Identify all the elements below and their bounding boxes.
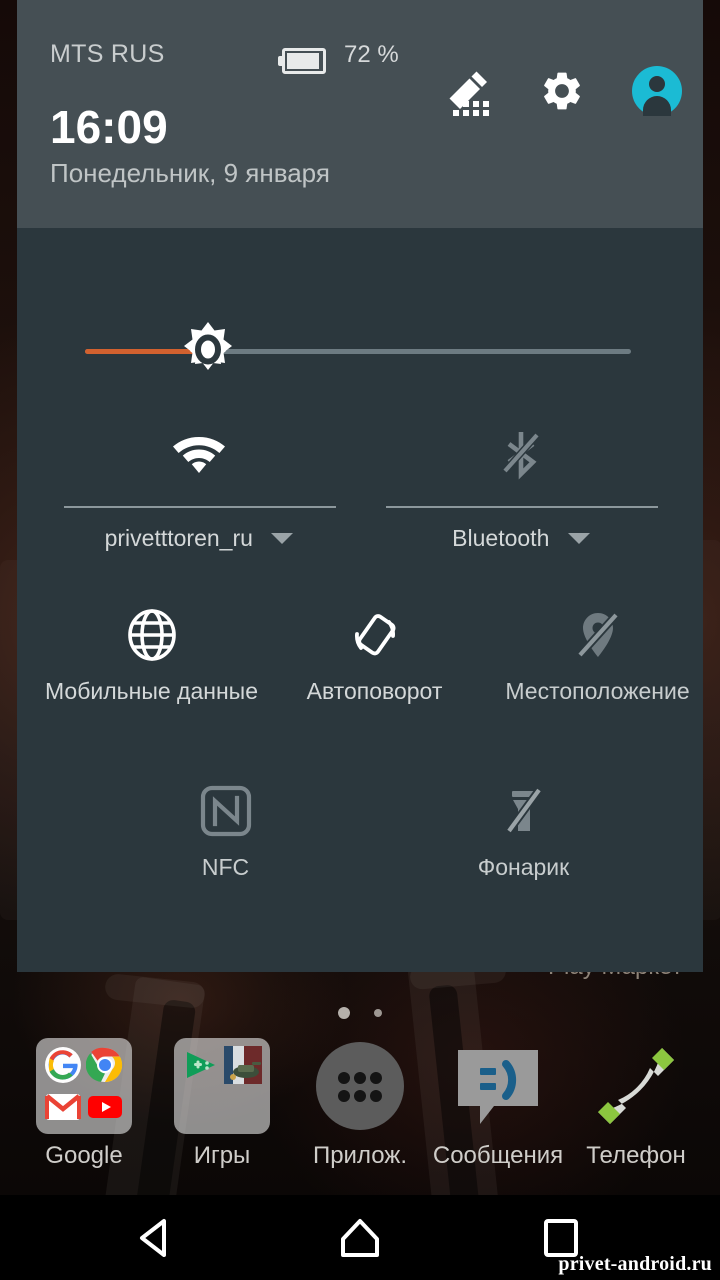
dock-item-messages[interactable]: Сообщения xyxy=(426,1038,570,1188)
tile-label: Мобильные данные xyxy=(45,678,258,704)
bluetooth-label: Bluetooth xyxy=(452,525,550,551)
page-dot[interactable] xyxy=(374,1008,383,1017)
bluetooth-tile-divider xyxy=(386,506,658,508)
globe-icon xyxy=(125,608,179,662)
dock-label: Телефон xyxy=(586,1142,686,1169)
dock-item-app-drawer[interactable]: Прилож. xyxy=(288,1038,432,1188)
wifi-tile-label-row[interactable]: privetttoren_ru xyxy=(39,525,359,552)
battery-percent-label: 72 % xyxy=(344,41,399,68)
location-off-icon xyxy=(571,608,625,662)
chevron-down-icon[interactable] xyxy=(567,533,590,544)
bluetooth-off-icon xyxy=(493,425,549,481)
phone-icon xyxy=(588,1038,684,1134)
gear-icon[interactable] xyxy=(539,68,585,114)
tile-label: Фонарик xyxy=(477,854,570,880)
battery-icon xyxy=(278,48,330,74)
wifi-tile-divider xyxy=(64,506,336,508)
bluetooth-tile-label-row[interactable]: Bluetooth xyxy=(361,525,681,552)
tile-mobile-data[interactable]: Мобильные данные xyxy=(37,600,266,740)
tile-label: NFC xyxy=(201,854,250,880)
tile-auto-rotate[interactable]: Автоповорот xyxy=(260,600,489,740)
recents-square-icon[interactable] xyxy=(543,1218,579,1258)
dock-item-games-folder[interactable]: Игры xyxy=(150,1038,294,1188)
dual-tile-row: privetttoren_ru Bluetooth xyxy=(17,413,703,573)
auto-rotate-icon xyxy=(348,608,402,662)
nfc-icon xyxy=(199,784,253,838)
tile-bluetooth[interactable]: Bluetooth xyxy=(361,413,681,573)
page-indicator xyxy=(0,1004,720,1024)
tile-nfc[interactable]: NFC xyxy=(111,776,340,916)
navigation-bar: privet-android.ru xyxy=(0,1195,720,1280)
messages-icon xyxy=(450,1038,546,1134)
clock-label: 16:09 xyxy=(50,101,168,153)
chevron-down-icon[interactable] xyxy=(271,533,294,544)
dock: Google Игры Прилож. Сообщения Телефон xyxy=(0,1038,720,1188)
flashlight-off-icon xyxy=(497,784,551,838)
carrier-label: MTS RUS xyxy=(50,40,165,68)
dock-label: Google xyxy=(45,1142,123,1169)
edit-tiles-icon[interactable] xyxy=(445,70,489,116)
app-drawer-icon xyxy=(312,1038,408,1134)
user-avatar-icon[interactable] xyxy=(632,66,682,116)
site-watermark: privet-android.ru xyxy=(558,1253,712,1275)
games-folder-icon xyxy=(174,1038,270,1134)
brightness-slider[interactable] xyxy=(17,318,703,388)
wifi-icon xyxy=(171,425,227,481)
quick-settings-header: MTS RUS 72 % 16:09 Понедельник, 9 января xyxy=(17,0,703,228)
home-icon[interactable] xyxy=(339,1217,381,1259)
quick-settings-body: privetttoren_ru Bluetooth Мобильные данн… xyxy=(17,228,703,972)
wifi-ssid-label: privetttoren_ru xyxy=(104,525,253,551)
brightness-sun-icon[interactable] xyxy=(178,321,238,381)
status-row: MTS RUS 72 % xyxy=(17,38,703,116)
back-triangle-icon[interactable] xyxy=(134,1217,176,1259)
tile-label: Автоповорот xyxy=(306,678,443,704)
dock-item-phone[interactable]: Телефон xyxy=(564,1038,708,1188)
dock-item-google-folder[interactable]: Google xyxy=(12,1038,156,1188)
dock-label: Прилож. xyxy=(312,1142,408,1169)
tile-wifi[interactable]: privetttoren_ru xyxy=(39,413,359,573)
page-dot-active[interactable] xyxy=(337,1006,350,1019)
tile-flashlight[interactable]: Фонарик xyxy=(409,776,638,916)
date-label: Понедельник, 9 января xyxy=(50,158,330,188)
google-folder-icon xyxy=(36,1038,132,1134)
dock-label: Сообщения xyxy=(432,1142,564,1169)
dock-label: Игры xyxy=(193,1142,251,1169)
quick-settings-panel: MTS RUS 72 % 16:09 Понедельник, 9 января… xyxy=(17,0,703,972)
tile-location[interactable]: Местоположение xyxy=(483,600,712,740)
tile-label: Местоположение xyxy=(505,678,690,704)
